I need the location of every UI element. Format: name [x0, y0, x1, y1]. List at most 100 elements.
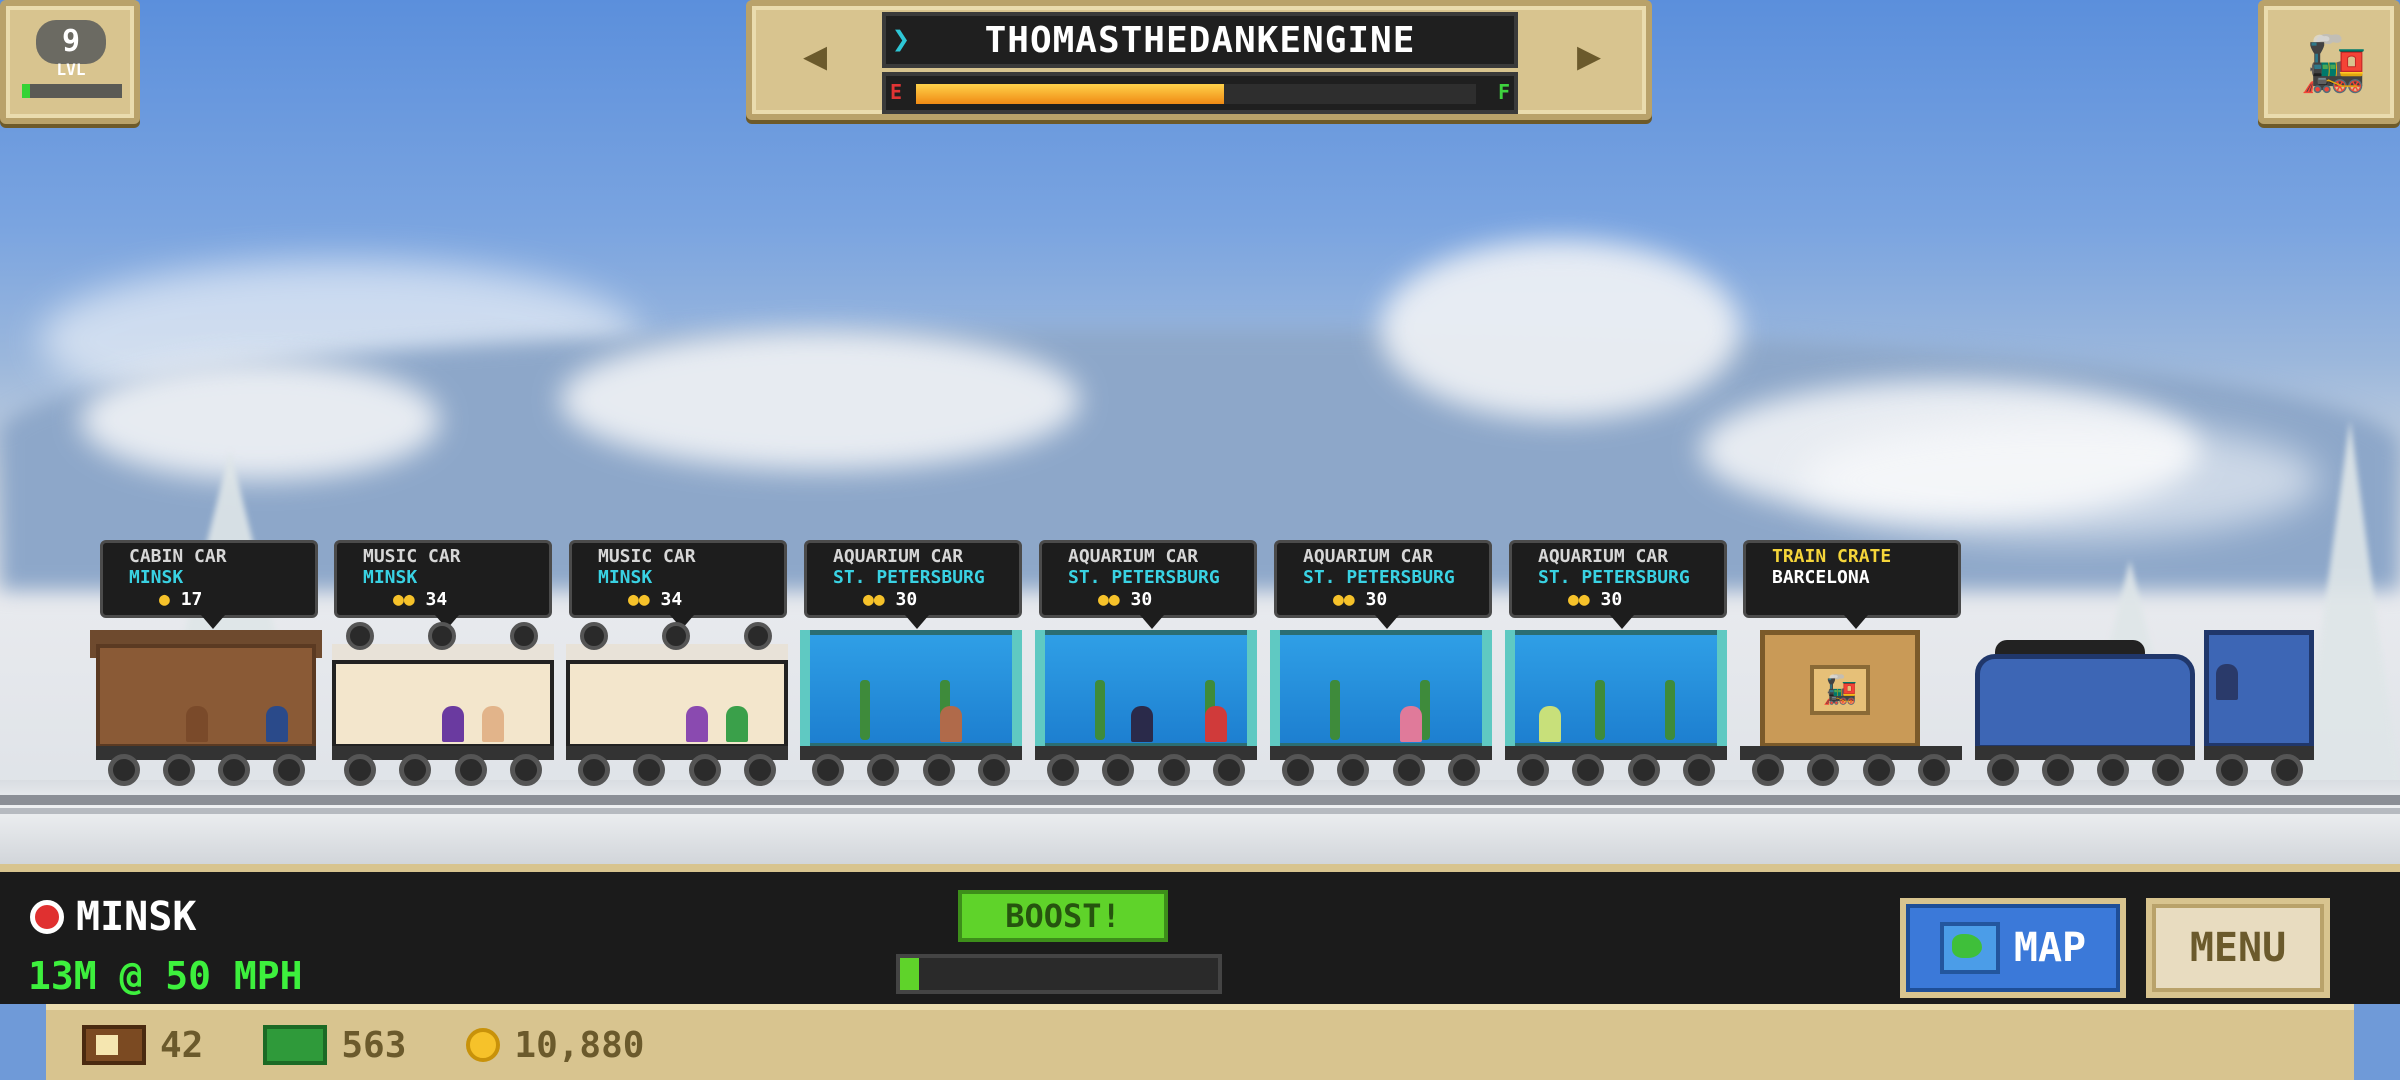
car-wheels — [2204, 754, 2314, 788]
passenger[interactable] — [1400, 706, 1422, 742]
level-progress-bar — [22, 84, 122, 98]
car-fare-value: 30 — [895, 589, 918, 610]
car-type: TRAIN CRATE — [1772, 546, 1892, 567]
fuel-fill — [916, 84, 1224, 104]
record-icon — [346, 622, 374, 650]
passenger[interactable] — [186, 706, 208, 742]
train-icon: 🚂 — [2300, 32, 2368, 95]
arrow-right-icon: ▶ — [1576, 33, 1602, 79]
car-body — [566, 660, 788, 748]
coins-icon: ●● — [863, 589, 896, 610]
car-destination: BARCELONA — [1772, 567, 1870, 588]
fuel-track — [916, 84, 1476, 104]
seaweed — [1595, 680, 1605, 740]
aquarium-car[interactable] — [1270, 630, 1492, 786]
car-fare: ●● 30 — [1303, 589, 1489, 611]
level-progress-fill — [22, 84, 30, 98]
engineer — [2216, 664, 2238, 700]
coins-icon: ●● — [1333, 589, 1366, 610]
car-destination: ST. PETERSBURG — [1068, 567, 1220, 588]
car-pillar — [1012, 630, 1022, 748]
aquarium-car[interactable] — [1035, 630, 1257, 786]
car-fare: ●● 34 — [363, 589, 549, 611]
passenger[interactable] — [726, 706, 748, 742]
train-select-button[interactable]: 🚂 — [2258, 0, 2400, 124]
coin-icon — [466, 1028, 501, 1062]
record-icon — [428, 622, 456, 650]
passenger[interactable] — [266, 706, 288, 742]
currency-bar: 42 563 10,880 — [46, 1004, 2354, 1080]
music-car[interactable] — [332, 622, 554, 786]
car-pillar — [1270, 630, 1280, 748]
car-label: AQUARIUM CAR ST. PETERSBURG ●● 30 — [804, 540, 1022, 629]
car-pillar — [1505, 630, 1515, 748]
snow-patch — [560, 330, 1080, 470]
coin-value: 10,880 — [514, 1024, 645, 1066]
car-body — [800, 630, 1022, 748]
car-label: AQUARIUM CAR ST. PETERSBURG ●● 30 — [1039, 540, 1257, 629]
coin-icon: ● — [159, 589, 181, 610]
car-fare-value: 30 — [1130, 589, 1153, 610]
coin-counter[interactable]: 10,880 — [466, 1025, 644, 1066]
cabin-car[interactable] — [90, 630, 322, 786]
car-wheels — [1505, 754, 1727, 788]
bux-counter[interactable]: 42 — [82, 1025, 203, 1066]
boost-button[interactable]: BOOST! — [958, 890, 1168, 942]
car-destination: MINSK — [598, 567, 653, 588]
ground — [0, 780, 2400, 870]
car-fare-value: 34 — [425, 589, 448, 610]
music-car[interactable] — [566, 622, 788, 786]
car-label: MUSIC CAR MINSK ●● 34 — [569, 540, 787, 629]
engine-name-box: ❯ THOMASTHEDANKENGINE — [882, 12, 1518, 68]
aquarium-car[interactable] — [1505, 630, 1727, 786]
car-pillar — [1035, 630, 1045, 748]
car-wheels — [1035, 754, 1257, 788]
car-destination: ST. PETERSBURG — [1538, 567, 1690, 588]
level-badge[interactable]: 9 LVL — [0, 0, 140, 124]
record-icon — [744, 622, 772, 650]
passenger[interactable] — [1131, 706, 1153, 742]
record-icon — [580, 622, 608, 650]
fuel-full-label: F — [1497, 80, 1510, 104]
passenger[interactable] — [1539, 706, 1561, 742]
car-label: AQUARIUM CAR ST. PETERSBURG ●● 30 — [1274, 540, 1492, 629]
seaweed — [860, 680, 870, 740]
next-engine-button[interactable]: ▶ — [1534, 16, 1644, 96]
car-label: AQUARIUM CAR ST. PETERSBURG ●● 30 — [1509, 540, 1727, 629]
fuel-empty-label: E — [890, 80, 903, 104]
coins-icon: ●● — [393, 589, 426, 610]
prev-engine-button[interactable]: ◀ — [760, 16, 870, 96]
rail-track — [0, 795, 2400, 805]
car-type: MUSIC CAR — [363, 546, 461, 567]
car-label: TRAIN CRATE BARCELONA — [1743, 540, 1961, 629]
train-icon: 🚂 — [1810, 665, 1870, 715]
menu-button[interactable]: MENU — [2146, 898, 2330, 998]
bux-value: 42 — [160, 1024, 204, 1066]
cash-value: 563 — [341, 1024, 407, 1066]
car-fare: ●● 34 — [598, 589, 784, 611]
passenger[interactable] — [482, 706, 504, 742]
rail-track-lower — [0, 808, 2400, 814]
speed-readout: 13M @ 50 MPH — [28, 954, 303, 998]
location-pin-icon — [30, 900, 64, 934]
train-crate-car[interactable]: 🚂 — [1740, 630, 1962, 786]
car-wheels — [332, 754, 554, 788]
car-destination: ST. PETERSBURG — [1303, 567, 1455, 588]
car-wheels — [566, 754, 788, 788]
passenger[interactable] — [442, 706, 464, 742]
passenger[interactable] — [686, 706, 708, 742]
record-icon — [662, 622, 690, 650]
bottom-hud: MINSK 13M @ 50 MPH BOOST! MAP MENU — [0, 864, 2400, 1004]
arrow-left-icon: ◀ — [802, 33, 828, 79]
car-fare: ●● 30 — [1538, 589, 1724, 611]
tender-car[interactable] — [1975, 630, 2195, 786]
car-type: CABIN CAR — [129, 546, 227, 567]
smoke-cloud — [1800, 420, 2320, 540]
passenger[interactable] — [940, 706, 962, 742]
map-button[interactable]: MAP — [1900, 898, 2126, 998]
car-type: MUSIC CAR — [598, 546, 696, 567]
locomotive[interactable] — [2204, 630, 2314, 786]
passenger[interactable] — [1205, 706, 1227, 742]
cash-counter[interactable]: 563 — [263, 1025, 406, 1066]
aquarium-car[interactable] — [800, 630, 1022, 786]
